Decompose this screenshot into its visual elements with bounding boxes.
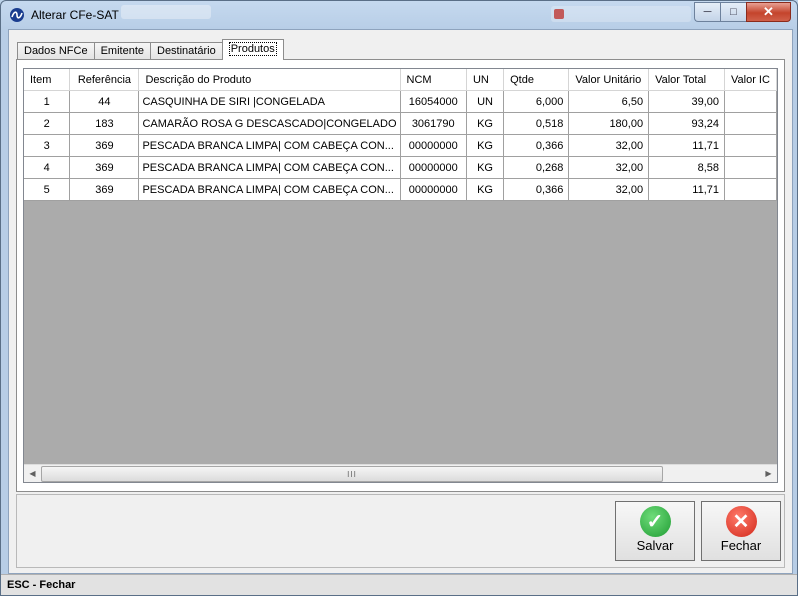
cell-qtde[interactable]: 6,000 xyxy=(503,90,570,113)
tab-emitente[interactable]: Emitente xyxy=(93,42,151,60)
scroll-left-icon[interactable]: ◀ xyxy=(24,465,41,482)
cell-descricao[interactable]: PESCADA BRANCA LIMPA| COM CABEÇA CON... xyxy=(138,178,401,201)
tab-strip: Dados NFCe Emitente Destinatário Produto… xyxy=(17,39,284,60)
cell-referencia[interactable]: 183 xyxy=(69,112,140,135)
save-button-label: Salvar xyxy=(636,538,674,553)
title-bar[interactable]: Alterar CFe-SAT ─ □ ✕ xyxy=(1,1,797,29)
cell-ncm[interactable]: 3061790 xyxy=(400,112,467,135)
cell-qtde[interactable]: 0,518 xyxy=(503,112,570,135)
produtos-tab-panel: Item Referência Descrição do Produto NCM… xyxy=(16,59,785,492)
grid-header-row: Item Referência Descrição do Produto NCM… xyxy=(24,69,777,91)
tab-destinatario[interactable]: Destinatário xyxy=(150,42,223,60)
minimize-button[interactable]: ─ xyxy=(694,2,720,22)
products-grid[interactable]: Item Referência Descrição do Produto NCM… xyxy=(23,68,778,483)
col-header-valor-icms[interactable]: Valor IC xyxy=(724,69,777,91)
cell-valor-total[interactable]: 11,71 xyxy=(648,134,726,157)
cell-descricao[interactable]: PESCADA BRANCA LIMPA| COM CABEÇA CON... xyxy=(138,134,401,157)
close-button[interactable]: ✕ Fechar xyxy=(701,501,781,561)
cell-valor-total[interactable]: 8,58 xyxy=(648,156,726,179)
cell-referencia[interactable]: 44 xyxy=(69,90,140,113)
cell-un[interactable]: KG xyxy=(466,134,505,157)
window-controls: ─ □ ✕ xyxy=(694,2,791,22)
cell-referencia[interactable]: 369 xyxy=(69,178,140,201)
cell-valor-unitario[interactable]: 32,00 xyxy=(568,134,650,157)
cell-valor-total[interactable]: 93,24 xyxy=(648,112,726,135)
app-logo-icon xyxy=(10,8,24,22)
scroll-thumb[interactable]: III xyxy=(41,466,663,482)
dialog-client-area: Dados NFCe Emitente Destinatário Produto… xyxy=(8,29,793,574)
cell-ncm[interactable]: 00000000 xyxy=(400,178,467,201)
cell-qtde[interactable]: 0,366 xyxy=(503,134,570,157)
cell-ncm[interactable]: 00000000 xyxy=(400,134,467,157)
cell-item[interactable]: 2 xyxy=(24,112,71,135)
cell-item[interactable]: 1 xyxy=(24,90,71,113)
checkmark-icon: ✓ xyxy=(639,506,671,537)
cell-un[interactable]: KG xyxy=(466,178,505,201)
horizontal-scrollbar[interactable]: ◀ III ▶ xyxy=(24,464,777,482)
window-title: Alterar CFe-SAT xyxy=(31,8,119,22)
close-x-icon: ✕ xyxy=(725,506,757,537)
background-app-icon xyxy=(554,9,564,19)
cell-valor-unitario[interactable]: 32,00 xyxy=(568,156,650,179)
col-header-qtde[interactable]: Qtde xyxy=(503,69,570,91)
col-header-valor-unitario[interactable]: Valor Unitário xyxy=(568,69,650,91)
col-header-item[interactable]: Item xyxy=(24,69,71,91)
col-header-un[interactable]: UN xyxy=(466,69,505,91)
tab-produtos[interactable]: Produtos xyxy=(221,39,284,60)
cell-valor-icms[interactable] xyxy=(724,134,777,157)
table-row[interactable]: 3 369 PESCADA BRANCA LIMPA| COM CABEÇA CON… xyxy=(24,134,777,157)
cell-valor-icms[interactable] xyxy=(724,112,777,135)
cell-valor-icms[interactable] xyxy=(724,178,777,201)
cell-qtde[interactable]: 0,366 xyxy=(503,178,570,201)
cell-un[interactable]: KG xyxy=(466,112,505,135)
col-header-ncm[interactable]: NCM xyxy=(400,69,467,91)
cell-item[interactable]: 5 xyxy=(24,178,71,201)
maximize-button[interactable]: □ xyxy=(720,2,746,22)
cell-descricao[interactable]: PESCADA BRANCA LIMPA| COM CABEÇA CON... xyxy=(138,156,401,179)
close-window-button[interactable]: ✕ xyxy=(746,2,791,22)
cell-item[interactable]: 4 xyxy=(24,156,71,179)
cell-valor-total[interactable]: 11,71 xyxy=(648,178,726,201)
cell-un[interactable]: UN xyxy=(466,90,505,113)
table-row[interactable]: 4 369 PESCADA BRANCA LIMPA| COM CABEÇA CON… xyxy=(24,156,777,179)
cell-ncm[interactable]: 00000000 xyxy=(400,156,467,179)
table-row[interactable]: 1 44 CASQUINHA DE SIRI |CONGELADA 16054000 U… xyxy=(24,90,777,113)
col-header-valor-total[interactable]: Valor Total xyxy=(648,69,726,91)
cell-descricao[interactable]: CASQUINHA DE SIRI |CONGELADA xyxy=(138,90,401,113)
cell-qtde[interactable]: 0,268 xyxy=(503,156,570,179)
cell-un[interactable]: KG xyxy=(466,156,505,179)
background-window-ghost xyxy=(551,6,691,22)
title-bar-reflection xyxy=(121,5,211,19)
cell-ncm[interactable]: 16054000 xyxy=(400,90,467,113)
cell-valor-unitario[interactable]: 180,00 xyxy=(568,112,650,135)
cell-valor-total[interactable]: 39,00 xyxy=(648,90,726,113)
action-panel: ✓ Salvar ✕ Fechar xyxy=(16,494,785,568)
cell-valor-unitario[interactable]: 32,00 xyxy=(568,178,650,201)
cell-referencia[interactable]: 369 xyxy=(69,134,140,157)
col-header-descricao[interactable]: Descrição do Produto xyxy=(138,69,401,91)
products-table: Item Referência Descrição do Produto NCM… xyxy=(24,69,777,201)
cell-item[interactable]: 3 xyxy=(24,134,71,157)
tab-produtos-label: Produtos xyxy=(228,42,277,56)
status-bar: ESC - Fechar xyxy=(1,574,797,595)
cell-referencia[interactable]: 369 xyxy=(69,156,140,179)
scroll-right-icon[interactable]: ▶ xyxy=(760,465,777,482)
close-button-label: Fechar xyxy=(720,538,762,553)
col-header-referencia[interactable]: Referência xyxy=(69,69,140,91)
table-row[interactable]: 5 369 PESCADA BRANCA LIMPA| COM CABEÇA CON… xyxy=(24,178,777,201)
main-window: Alterar CFe-SAT ─ □ ✕ Dados NFCe Emitent… xyxy=(0,0,798,596)
cell-descricao[interactable]: CAMARÃO ROSA G DESCASCADO|CONGELADO xyxy=(138,112,401,135)
table-row[interactable]: 2 183 CAMARÃO ROSA G DESCASCADO|CONGELADO 3… xyxy=(24,112,777,135)
save-button[interactable]: ✓ Salvar xyxy=(615,501,695,561)
cell-valor-icms[interactable] xyxy=(724,90,777,113)
cell-valor-icms[interactable] xyxy=(724,156,777,179)
cell-valor-unitario[interactable]: 6,50 xyxy=(568,90,650,113)
tab-dados-nfce[interactable]: Dados NFCe xyxy=(17,42,95,60)
